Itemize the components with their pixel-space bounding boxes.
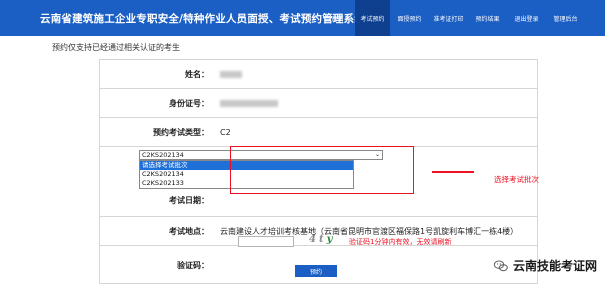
exam-type-label: 预约考试类型： [153, 127, 209, 137]
watermark-text: 云南技能考证网 [513, 259, 598, 273]
nav-admission-print[interactable]: 准考证打印 [429, 0, 468, 36]
id-value-redacted [220, 89, 278, 117]
captcha-tip: 验证码1分钟内有效，无效请刷新 [349, 238, 452, 246]
row-name: 姓名： [100, 60, 537, 89]
nav-training-booking[interactable]: 面授预约 [390, 0, 429, 36]
watermark: 云南技能考证网 [493, 257, 597, 274]
date-label: 考试日期： [169, 195, 209, 205]
annotation-line [432, 171, 474, 173]
location-label: 考试地点： [169, 226, 209, 236]
name-label: 姓名： [185, 69, 209, 79]
row-exam-type: 预约考试类型： C2 [100, 118, 537, 147]
captcha-char: t [318, 234, 327, 245]
top-nav: 首页 考试预约 面授预约 准考证打印 预约结果 退出登录 管理后台 [320, 0, 585, 36]
top-header: 云南省建筑施工企业专职安全/特种作业人员面授、考试预约管理系统 首页 考试预约 … [0, 0, 605, 36]
captcha-input[interactable] [238, 236, 294, 247]
annotation-highlight-box [230, 146, 414, 194]
nav-home[interactable]: 首页 [320, 0, 355, 36]
name-value-redacted [220, 60, 242, 88]
nav-booking-result[interactable]: 预约结果 [468, 0, 507, 36]
annotation-tip: 选择考试批次 [494, 175, 539, 184]
exam-type-value: C2 [220, 127, 231, 137]
row-id: 身份证号： [100, 89, 537, 118]
booking-notice: 预约仅支持已经通过相关认证的考生 [52, 43, 180, 52]
captcha-image[interactable]: 4ty [309, 234, 351, 248]
batch-select-value: C2KS202134 [142, 151, 184, 159]
nav-logout[interactable]: 退出登录 [507, 0, 546, 36]
captcha-label: 验证码： [177, 260, 209, 270]
captcha-char: 4 [309, 234, 319, 245]
captcha-char: y [326, 234, 336, 245]
submit-booking-button[interactable]: 预约 [295, 265, 337, 277]
id-label: 身份证号： [169, 98, 209, 108]
nav-admin[interactable]: 管理后台 [546, 0, 585, 36]
wechat-icon [493, 259, 508, 271]
system-title: 云南省建筑施工企业专职安全/特种作业人员面授、考试预约管理系统 [40, 13, 366, 25]
nav-exam-booking[interactable]: 考试预约 [355, 0, 390, 36]
